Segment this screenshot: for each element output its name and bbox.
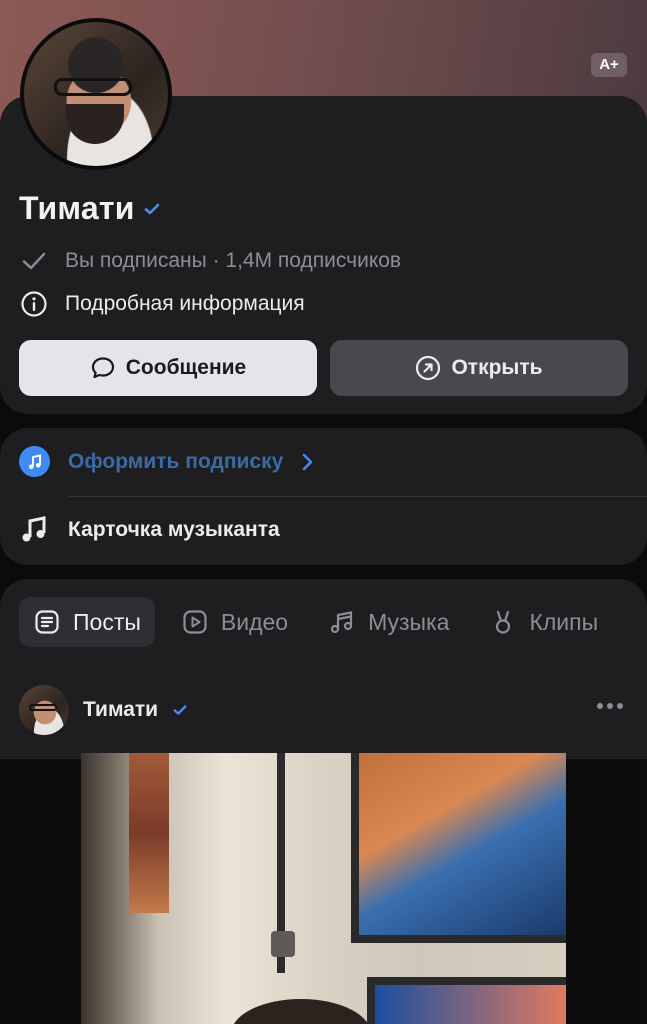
profile-name: Тимати xyxy=(19,190,135,226)
tab-video[interactable]: Видео xyxy=(167,597,302,647)
info-icon xyxy=(19,289,49,319)
avatar-image xyxy=(24,22,168,166)
open-button[interactable]: Открыть xyxy=(330,340,628,396)
musician-card-label: Карточка музыканта xyxy=(68,517,280,541)
feed-section: Посты Видео Музыка Клипы Тимати xyxy=(0,579,647,759)
verified-icon xyxy=(173,705,187,715)
clips-icon xyxy=(489,608,517,636)
post-photo[interactable] xyxy=(81,753,566,1024)
tab-clips-label: Клипы xyxy=(529,608,599,635)
content-tabs: Посты Видео Музыка Клипы xyxy=(19,597,624,647)
font-size-button[interactable]: A+ xyxy=(591,53,627,77)
profile-name-row: Тимати xyxy=(19,190,161,227)
post-author-avatar[interactable] xyxy=(19,685,69,735)
details-label: Подробная информация xyxy=(65,292,305,315)
posts-icon xyxy=(33,608,61,636)
details-row[interactable]: Подробная информация xyxy=(19,289,305,319)
video-icon xyxy=(181,608,209,636)
tab-music-label: Музыка xyxy=(368,608,450,635)
subscription-status-text: Вы подписаны · 1,4M подписчиков xyxy=(65,249,402,272)
tab-posts-label: Посты xyxy=(73,608,141,635)
music-note-badge-icon xyxy=(19,446,50,477)
tab-clips[interactable]: Клипы xyxy=(475,597,612,647)
tab-video-label: Видео xyxy=(220,608,289,635)
subscription-status-row[interactable]: Вы подписаны · 1,4M подписчиков xyxy=(19,246,401,276)
open-arrow-icon xyxy=(416,355,441,381)
subscribe-link[interactable]: Оформить подписку xyxy=(19,446,315,477)
checkmark-icon xyxy=(19,246,49,276)
music-note-icon xyxy=(22,516,46,542)
message-button-label: Сообщение xyxy=(125,356,247,379)
chevron-right-icon xyxy=(303,453,313,470)
profile-avatar[interactable] xyxy=(20,18,172,170)
divider xyxy=(69,496,647,497)
tab-posts[interactable]: Посты xyxy=(19,597,155,647)
subscribe-link-label: Оформить подписку xyxy=(68,449,284,473)
music-card: Оформить подписку Карточка музыканта xyxy=(0,428,647,565)
open-button-label: Открыть xyxy=(451,356,543,379)
post-header[interactable]: Тимати xyxy=(19,685,188,735)
verified-icon xyxy=(144,203,159,214)
music-icon xyxy=(328,608,356,636)
tab-music[interactable]: Музыка xyxy=(314,597,463,647)
message-button[interactable]: Сообщение xyxy=(19,340,317,396)
more-options-icon[interactable] xyxy=(597,703,623,709)
post-author-name[interactable]: Тимати xyxy=(83,698,158,722)
musician-card-link[interactable]: Карточка музыканта xyxy=(19,514,280,545)
message-bubble-icon xyxy=(91,357,114,379)
